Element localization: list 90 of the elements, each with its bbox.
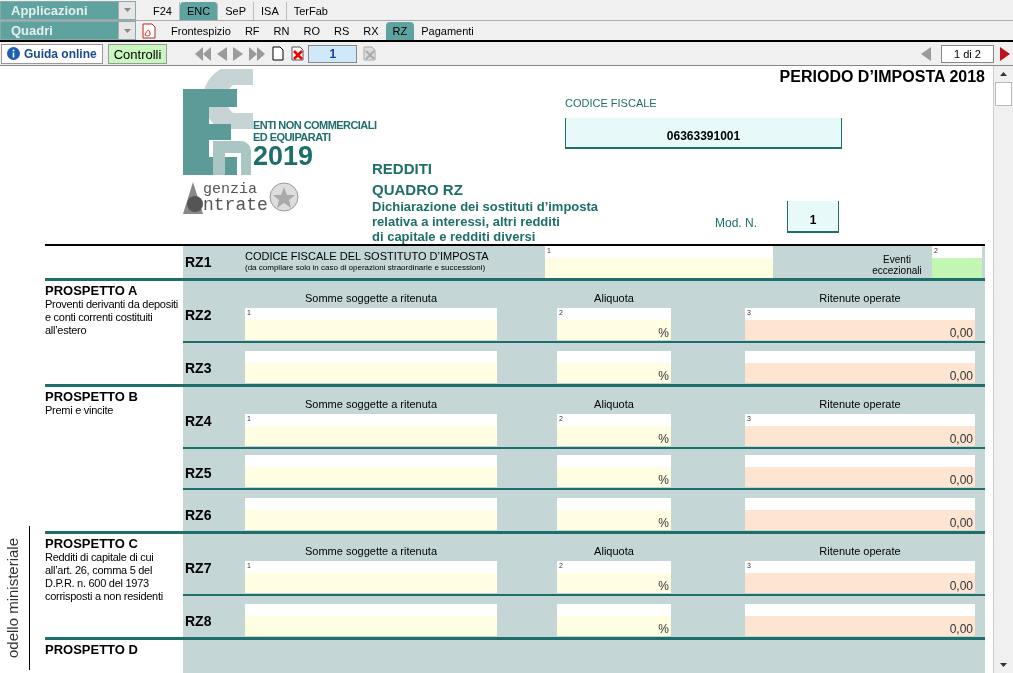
tab[interactable]: RZ [385,22,415,40]
tab[interactable]: TerFab [286,2,335,20]
section-title: PROSPETTO D [45,642,139,657]
input-field[interactable]: 0,00 [745,604,975,636]
agency-text: genzia [203,182,258,197]
caret-icon [123,8,131,12]
section-description: Proventi derivanti da depositi e conti correnti costituiti all’estero [45,298,179,337]
delete-disabled-icon [363,46,378,61]
column-header: Somme soggette a ritenuta [304,396,438,412]
tab[interactable]: RS [327,22,357,40]
section-description: Redditi di capitale di cui all’art. 26, comma 5 del D.P.R. n. 600 del 1973 corrisposti a non residenti [45,551,164,603]
tab[interactable]: RN [266,22,297,40]
caret-icon [123,28,131,33]
tax-period: PERIODO D’IMPOSTA 2018 [779,67,985,87]
last-page-icon[interactable] [249,46,266,61]
input-field[interactable]: % [557,604,671,636]
row-code: RZ1 [184,252,213,272]
column-header: Aliquota [594,290,634,306]
next-page-icon[interactable] [233,46,244,61]
input-field[interactable]: 0,00 [745,498,975,530]
prev-page-icon[interactable] [217,46,228,61]
tab[interactable]: RF [237,22,267,40]
column-header: Ritenute operate [819,543,901,559]
row-code: RZ5 [184,463,213,483]
column-header: Aliquota [594,543,634,559]
input-field[interactable]: % [557,498,671,530]
side-label: odello ministeriale [4,537,22,659]
column-header: Somme soggette a ritenuta [304,543,438,559]
input-field[interactable]: % [557,455,671,487]
row-code: RZ8 [184,611,213,631]
logo-text: ED EQUIPARATI [253,131,332,143]
tax-code-field[interactable]: 06363391001 [565,117,842,149]
tab[interactable]: ENC [179,2,219,20]
delete-page-icon[interactable] [291,46,306,61]
tab[interactable]: Pagamenti [414,22,481,40]
online-guide-button[interactable]: Guida online [1,43,103,64]
logo-year: 2019 [253,143,314,169]
row-code: RZ7 [184,559,213,578]
input-field[interactable]: % [557,351,671,383]
first-page-icon[interactable] [195,46,212,61]
page-number-field[interactable]: 1 [308,44,358,63]
column-header: Somme soggette a ritenuta [304,290,438,306]
tab[interactable]: SeP [218,2,254,20]
pager-field[interactable]: 1 di 2 [941,44,994,63]
input-field[interactable]: 0,00 [745,455,975,487]
input-field[interactable] [245,351,497,383]
next-icon[interactable] [1000,46,1010,61]
section-title: PROSPETTO B [45,389,139,404]
scrollbar-thumb[interactable] [995,82,1012,106]
row-title: CODICE FISCALE DEL SOSTITUTO D’IMPOSTA [245,251,490,262]
section-description: Premi e vincite [45,404,114,417]
model-number-field[interactable]: 1 [787,200,839,233]
field-label: CODICE FISCALE [565,96,658,111]
new-page-icon[interactable] [271,46,286,61]
logo-text: ENTI NON COMMERCIALI [253,119,377,131]
scrollbar[interactable] [993,66,1013,673]
input-field[interactable] [245,498,497,530]
row-code: RZ2 [184,306,213,325]
agency-text: ntrate [203,196,268,214]
input-field[interactable]: 0,00 [745,351,975,383]
input-field[interactable] [245,604,497,636]
controls-button[interactable]: Controlli [107,43,168,64]
section-title: PROSPETTO C [45,536,139,551]
tab[interactable]: ISA [254,2,287,20]
row-code: RZ6 [184,505,213,525]
section-title: PROSPETTO A [45,283,139,298]
tab[interactable]: Frontespizio [164,22,238,40]
row-code: RZ3 [184,358,213,378]
tab[interactable]: RX [356,22,386,40]
column-header: Aliquota [594,396,634,412]
form-description: di capitale e redditi diversi [372,229,536,244]
form-description: relativa a interessi, altri redditi [372,214,560,229]
form-title: REDDITI [372,160,433,178]
row-note: (da compilare solo in caso di operazioni straordinarie e successioni) [245,262,487,273]
scroll-up-icon[interactable] [1000,72,1007,76]
row-code: RZ4 [184,412,213,431]
form-description: Dichiarazione dei sostituti d’imposta [372,199,599,214]
row-title: Eventi eccezionali [871,254,923,276]
pdf-icon[interactable] [142,22,156,39]
form-subtitle: QUADRO RZ [372,181,464,199]
field-label: Mod. N. [715,214,757,232]
prev-icon[interactable] [921,46,931,61]
column-header: Ritenute operate [819,290,901,306]
column-header: Ritenute operate [819,396,901,412]
emblem-icon [267,181,300,215]
tab[interactable]: F24 [146,2,180,20]
scroll-down-icon[interactable] [1000,663,1007,667]
tab[interactable]: RO [296,22,327,40]
info-icon [7,47,20,60]
input-field[interactable] [245,455,497,487]
